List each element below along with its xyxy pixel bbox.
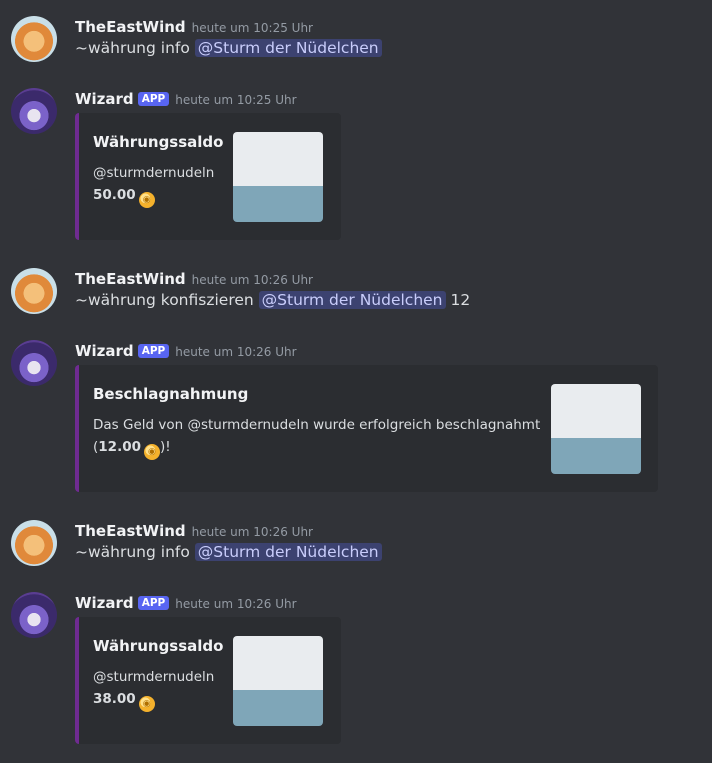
timestamp: heute um 10:26 Uhr bbox=[175, 597, 297, 611]
username[interactable]: TheEastWind bbox=[75, 270, 186, 288]
coin-icon: ◉ bbox=[138, 696, 155, 712]
message: TheEastWind heute um 10:26 Uhr ~währung i… bbox=[0, 520, 712, 568]
embed-title: Währungssaldo bbox=[93, 637, 224, 655]
embed-username: @sturmdernudeln bbox=[93, 669, 215, 685]
message-text: ~währung info @Sturm der Nüdelchen bbox=[75, 39, 382, 57]
message: Wizard APP heute um 10:26 Uhr Währungssald… bbox=[0, 592, 712, 747]
embed-description: Das Geld von @sturmdernudeln wurde erfol… bbox=[93, 417, 541, 433]
message: TheEastWind heute um 10:26 Uhr ~währung k… bbox=[0, 268, 712, 316]
amount-argument: 12 bbox=[450, 291, 471, 309]
user-mention[interactable]: @Sturm der Nüdelchen bbox=[194, 543, 382, 561]
timestamp: heute um 10:25 Uhr bbox=[191, 21, 313, 35]
pirate-image[interactable] bbox=[233, 636, 323, 726]
username[interactable]: TheEastWind bbox=[75, 522, 186, 540]
username[interactable]: Wizard bbox=[75, 90, 134, 108]
embed-username: @sturmdernudeln bbox=[93, 165, 215, 181]
wizard-avatar[interactable] bbox=[11, 592, 57, 638]
user-mention[interactable]: @Sturm der Nüdelchen bbox=[194, 39, 382, 57]
embed-amount-line: 50.00 ◉ bbox=[93, 185, 155, 208]
embed-amount-line: 38.00 ◉ bbox=[93, 689, 155, 712]
message: Wizard APP heute um 10:25 Uhr Währungssald… bbox=[0, 88, 712, 243]
message: TheEastWind heute um 10:25 Uhr ~währung i… bbox=[0, 16, 712, 64]
paren-close: )! bbox=[159, 439, 171, 455]
pirate-image[interactable] bbox=[233, 132, 323, 222]
embed-title: Beschlagnahmung bbox=[93, 385, 249, 403]
embed: Währungssaldo @sturmdernudeln 50.00 ◉ bbox=[75, 113, 341, 240]
timestamp: heute um 10:25 Uhr bbox=[175, 93, 297, 107]
username[interactable]: Wizard bbox=[75, 342, 134, 360]
app-badge: APP bbox=[137, 344, 170, 358]
coin-icon: ◉ bbox=[138, 192, 155, 208]
embed: Währungssaldo @sturmdernudeln 38.00 ◉ bbox=[75, 617, 341, 744]
message: Wizard APP heute um 10:26 Uhr Beschlagnahm… bbox=[0, 340, 712, 495]
user-mention[interactable]: @Sturm der Nüdelchen bbox=[258, 291, 446, 309]
cat-avatar[interactable] bbox=[11, 16, 57, 62]
embed-title: Währungssaldo bbox=[93, 133, 224, 151]
app-badge: APP bbox=[137, 92, 170, 106]
username[interactable]: TheEastWind bbox=[75, 18, 186, 36]
command-text: ~währung konfiszieren bbox=[75, 291, 254, 309]
coin-icon: ◉ bbox=[143, 444, 160, 460]
wizard-avatar[interactable] bbox=[11, 340, 57, 386]
cat-avatar[interactable] bbox=[11, 520, 57, 566]
message-text: ~währung info @Sturm der Nüdelchen bbox=[75, 543, 382, 561]
command-text: ~währung info bbox=[75, 39, 190, 57]
amount-value: 38.00 bbox=[93, 691, 136, 707]
timestamp: heute um 10:26 Uhr bbox=[175, 345, 297, 359]
pirate-image[interactable] bbox=[551, 384, 641, 474]
amount-value: 12.00 bbox=[98, 439, 141, 455]
message-text: ~währung konfiszieren @Sturm der Nüdelch… bbox=[75, 291, 470, 309]
timestamp: heute um 10:26 Uhr bbox=[191, 525, 313, 539]
command-text: ~währung info bbox=[75, 543, 190, 561]
app-badge: APP bbox=[137, 596, 170, 610]
cat-avatar[interactable] bbox=[11, 268, 57, 314]
amount-value: 50.00 bbox=[93, 187, 136, 203]
embed: Beschlagnahmung Das Geld von @sturmdernu… bbox=[75, 365, 658, 492]
timestamp: heute um 10:26 Uhr bbox=[191, 273, 313, 287]
embed-amount-line: (12.00 ◉)! bbox=[93, 437, 171, 460]
wizard-avatar[interactable] bbox=[11, 88, 57, 134]
username[interactable]: Wizard bbox=[75, 594, 134, 612]
